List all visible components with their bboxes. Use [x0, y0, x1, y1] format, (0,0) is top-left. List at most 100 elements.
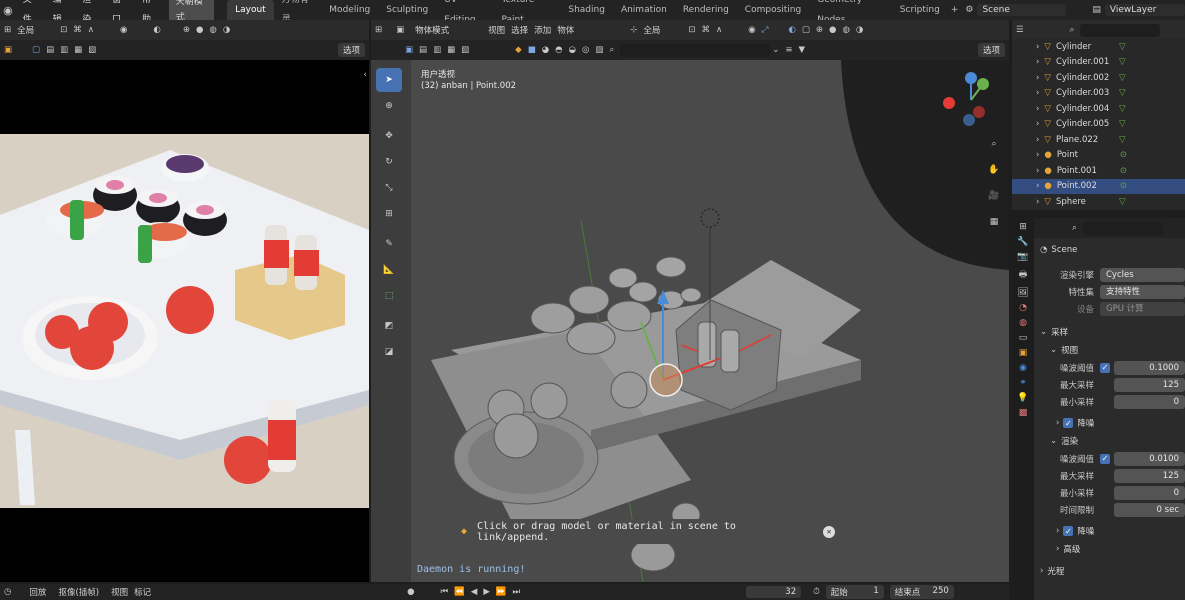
main-select-extend-icon[interactable]: ▤: [419, 45, 427, 55]
menu-view[interactable]: 视图: [488, 24, 505, 36]
r-noise-field[interactable]: 0.0100: [1114, 451, 1185, 466]
vp-denoise-header[interactable]: › ✓ 降噪: [1040, 414, 1185, 432]
menu-object[interactable]: 物体: [557, 24, 574, 36]
vp-max-field[interactable]: 125: [1114, 377, 1185, 392]
record-icon[interactable]: ●: [407, 587, 414, 597]
outliner-search-input[interactable]: [1080, 23, 1161, 37]
pan-button[interactable]: ✋: [981, 158, 1007, 182]
select-extend-icon[interactable]: ▤: [46, 45, 54, 55]
outliner-row[interactable]: › ● Point ⊙: [1012, 148, 1185, 164]
lightpaths-header[interactable]: › 光程: [1040, 562, 1185, 580]
visibility-icon[interactable]: ◉: [120, 25, 127, 35]
main-overlay-icon[interactable]: ◐: [788, 25, 795, 35]
play-icon[interactable]: ▶: [483, 587, 490, 597]
left-transform-orientation[interactable]: 全局: [17, 24, 34, 36]
main-shading-solid-icon[interactable]: ●: [829, 25, 836, 35]
expand-arrow-icon[interactable]: ›: [1036, 135, 1039, 145]
viewport-subpanel-header[interactable]: ⌄ 视图: [1040, 341, 1185, 359]
timeline-menu-playback[interactable]: 回放: [29, 586, 46, 598]
mesh-data-icon[interactable]: ▽: [1119, 135, 1126, 145]
light-data-icon[interactable]: ⊙: [1120, 181, 1127, 191]
add-workspace-button[interactable]: +: [948, 0, 962, 20]
filter-icon[interactable]: ▼: [798, 45, 805, 55]
outliner-row[interactable]: › ● Point.001 ⊙: [1012, 163, 1185, 179]
outliner-row[interactable]: › ▽ Cylinder.003 ▽: [1012, 86, 1185, 102]
tool-measure[interactable]: 📐: [376, 258, 402, 282]
mesh-data-icon[interactable]: ▽: [1119, 88, 1126, 98]
r-denoise-header[interactable]: › ✓ 降噪: [1040, 522, 1185, 540]
view-layer-tab-icon[interactable]: 🖼: [1017, 288, 1028, 298]
shading-solid-icon[interactable]: ●: [196, 25, 203, 35]
tab-animation[interactable]: Animation: [613, 0, 675, 20]
timeline-menu-marker[interactable]: 标记: [134, 586, 151, 598]
object-mode-selector[interactable]: 物体模式: [410, 23, 471, 37]
vp-noise-checkbox[interactable]: ✓: [1100, 362, 1110, 373]
tab-layout[interactable]: Layout: [227, 0, 274, 20]
outliner-row[interactable]: › ▽ Cylinder.001 ▽: [1012, 55, 1185, 71]
addon-light-icon[interactable]: ◓: [555, 45, 562, 55]
asset-search-input[interactable]: [620, 43, 771, 57]
collection-tab-icon[interactable]: ▭: [1019, 333, 1028, 343]
r-noise-checkbox[interactable]: ✓: [1100, 453, 1110, 464]
tab-rendering[interactable]: Rendering: [675, 0, 737, 20]
navigation-gizmo[interactable]: [941, 70, 1001, 130]
expand-arrow-icon[interactable]: ›: [1036, 42, 1039, 52]
timeline-menu-view[interactable]: 视图: [111, 586, 128, 598]
blender-logo-icon[interactable]: ◉: [0, 4, 16, 17]
jump-start-icon[interactable]: ⏮: [441, 587, 449, 597]
expand-arrow-icon[interactable]: ›: [1036, 57, 1039, 67]
timeline-menu-keying[interactable]: 抠像(插帧): [58, 586, 99, 598]
tool-cursor[interactable]: ⊕: [376, 94, 402, 118]
addon-image-icon[interactable]: ▨: [595, 45, 603, 55]
light-data-icon[interactable]: ⊙: [1120, 166, 1127, 176]
tab-sculpting[interactable]: Sculpting: [378, 0, 436, 20]
tool-extra[interactable]: ◪: [376, 340, 402, 364]
ortho-toggle-button[interactable]: ▦: [981, 210, 1007, 234]
main-snap-icon[interactable]: ⌘: [701, 25, 710, 35]
main-shading-wire-icon[interactable]: ⊕: [816, 25, 823, 35]
shading-wire-icon[interactable]: ⊕: [183, 25, 190, 35]
main-gizmo-icon[interactable]: ⤢: [762, 25, 769, 35]
outliner-row[interactable]: › ▽ Plane.022 ▽: [1012, 132, 1185, 148]
main-select-subtract-icon[interactable]: ▥: [433, 45, 441, 55]
main-editor-type-icon[interactable]: ⊞: [375, 25, 382, 35]
timeline-editor-type-icon[interactable]: ◷: [4, 587, 11, 597]
main-shading-material-icon[interactable]: ◍: [842, 25, 849, 35]
scene-tab-icon[interactable]: ◔: [1019, 303, 1027, 313]
outliner-row[interactable]: › ▽ Cylinder.005 ▽: [1012, 117, 1185, 133]
shading-rendered-icon[interactable]: ◑: [223, 25, 230, 35]
world-tab-icon[interactable]: ◍: [1019, 318, 1027, 328]
shading-material-icon[interactable]: ◍: [209, 25, 216, 35]
expand-arrow-icon[interactable]: ›: [1036, 104, 1039, 114]
select-intersect-icon[interactable]: ▧: [88, 45, 96, 55]
texture-tab-icon[interactable]: ▩: [1019, 408, 1028, 418]
close-toast-icon[interactable]: ✕: [823, 525, 835, 538]
tab-modeling[interactable]: Modeling: [321, 0, 378, 20]
camera-view-button[interactable]: 🎥: [981, 184, 1007, 208]
pivot-icon[interactable]: ⊡: [60, 25, 67, 35]
tool-settings-tab-icon[interactable]: 🔧: [1017, 237, 1028, 247]
device-select[interactable]: GPU 计算: [1100, 301, 1185, 316]
scene-selector[interactable]: Scene: [977, 4, 1067, 16]
r-max-field[interactable]: 125: [1114, 468, 1185, 483]
addon-color-icon[interactable]: ◆: [515, 45, 522, 55]
addon-node-icon[interactable]: ◎: [582, 45, 589, 55]
expand-arrow-icon[interactable]: ›: [1036, 73, 1039, 83]
expand-arrow-icon[interactable]: ›: [1036, 166, 1039, 176]
tab-shading[interactable]: Shading: [560, 0, 613, 20]
menu-add[interactable]: 添加: [534, 24, 551, 36]
properties-search-input[interactable]: [1082, 221, 1163, 235]
vp-min-field[interactable]: 0: [1114, 394, 1185, 409]
main-select-invert-icon[interactable]: ▦: [447, 45, 455, 55]
select-mode-icon[interactable]: ▣: [4, 45, 12, 55]
overlay-icon[interactable]: ◐: [153, 25, 160, 35]
tool-annotate[interactable]: ✎: [376, 232, 402, 256]
main-xray-icon[interactable]: ▢: [802, 25, 810, 35]
orientation-selector[interactable]: 全局: [643, 24, 660, 36]
start-frame-field[interactable]: 起始 1: [825, 585, 884, 599]
left-options-menu[interactable]: 选项: [337, 43, 365, 57]
left-view-collapse-icon[interactable]: ‹: [363, 70, 367, 80]
r-denoise-checkbox[interactable]: ✓: [1063, 526, 1074, 536]
play-reverse-icon[interactable]: ◀: [471, 587, 478, 597]
outliner-row[interactable]: › ▽ Cylinder.002 ▽: [1012, 70, 1185, 86]
